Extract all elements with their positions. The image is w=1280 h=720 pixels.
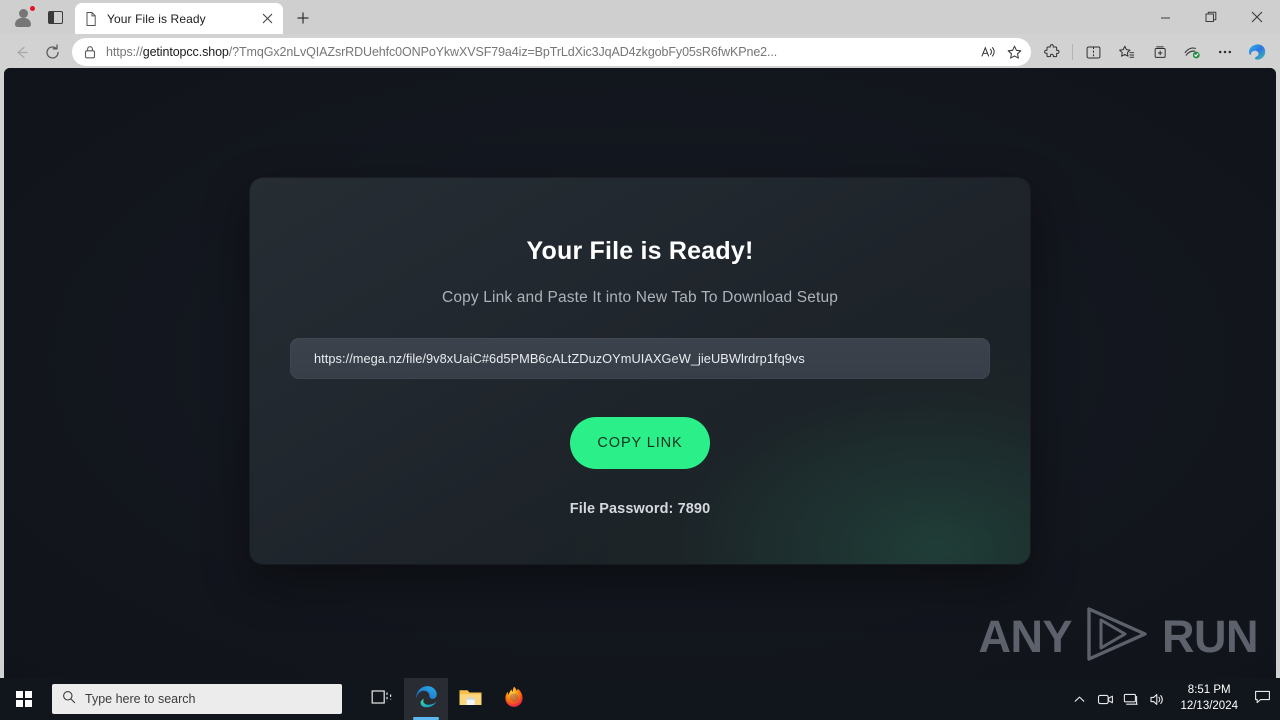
meet-now-icon[interactable] <box>1092 678 1118 720</box>
edge-browser-window: Your File is Ready https://getintopcc.sh… <box>0 0 1280 720</box>
tab-close-button[interactable] <box>259 11 275 27</box>
copy-link-button[interactable]: COPY LINK <box>570 417 710 469</box>
clock-date: 12/13/2024 <box>1180 700 1238 712</box>
file-password-text: File Password: 7890 <box>569 501 711 517</box>
toolbar-divider <box>1072 44 1073 60</box>
taskbar-app-firefox[interactable] <box>492 678 536 720</box>
back-button[interactable] <box>6 38 36 66</box>
file-explorer-icon <box>458 686 483 713</box>
url-text: https://getintopcc.shop/?TmqGx2nLvQIAZsr… <box>106 45 975 59</box>
page-title: Your File is Ready! <box>526 237 754 265</box>
download-link-field[interactable]: https://mega.nz/file/9v8xUaiC#6d5PMB6cAL… <box>290 338 990 379</box>
windows-taskbar: Type here to search 8:51 PM 12/13/2024 <box>0 678 1280 720</box>
tab-sidebar-button[interactable] <box>40 2 70 32</box>
address-toolbar: https://getintopcc.shop/?TmqGx2nLvQIAZsr… <box>0 34 1280 70</box>
browser-essentials-icon[interactable] <box>1176 38 1208 66</box>
taskbar-app-edge[interactable] <box>404 678 448 720</box>
tab-sidebar-icon <box>47 10 63 24</box>
taskbar-app-file-explorer[interactable] <box>448 678 492 720</box>
clock-time: 8:51 PM <box>1187 684 1231 697</box>
page-subtitle: Copy Link and Paste It into New Tab To D… <box>442 289 838 306</box>
task-view-icon <box>371 687 393 712</box>
collections-add-icon[interactable] <box>1143 38 1175 66</box>
refresh-button[interactable] <box>37 38 67 66</box>
split-screen-icon[interactable] <box>1077 38 1109 66</box>
windows-start-icon <box>15 690 33 708</box>
taskbar-clock[interactable]: 8:51 PM 12/13/2024 <box>1170 678 1248 720</box>
star-icon[interactable] <box>1001 39 1027 65</box>
search-icon <box>62 690 76 709</box>
action-center-button[interactable] <box>1248 678 1276 720</box>
task-view-button[interactable] <box>360 678 404 720</box>
account-avatar-icon <box>15 8 32 27</box>
browser-tab[interactable]: Your File is Ready <box>75 3 283 34</box>
tab-title: Your File is Ready <box>107 11 206 26</box>
firefox-icon <box>502 685 526 714</box>
profile-notification-dot <box>29 5 36 12</box>
address-bar[interactable]: https://getintopcc.shop/?TmqGx2nLvQIAZsr… <box>72 38 1031 66</box>
url-domain: getintopcc.shop <box>142 45 229 59</box>
system-tray: 8:51 PM 12/13/2024 <box>1066 678 1280 720</box>
chevron-up-icon[interactable] <box>1066 678 1092 720</box>
volume-icon[interactable] <box>1144 678 1170 720</box>
network-icon[interactable] <box>1118 678 1144 720</box>
page-viewport: Your File is Ready! Copy Link and Paste … <box>4 68 1276 678</box>
action-center-icon <box>1254 689 1271 710</box>
download-card: Your File is Ready! Copy Link and Paste … <box>250 178 1030 564</box>
page-icon <box>83 11 99 27</box>
start-button[interactable] <box>0 678 48 720</box>
settings-more-icon[interactable] <box>1209 38 1241 66</box>
copilot-icon[interactable] <box>1242 38 1274 66</box>
extensions-puzzle-icon[interactable] <box>1036 38 1068 66</box>
close-button[interactable] <box>1234 0 1280 34</box>
restore-button[interactable] <box>1188 0 1234 34</box>
window-controls <box>1142 0 1280 34</box>
new-tab-button[interactable] <box>288 3 317 32</box>
lock-icon <box>82 44 98 60</box>
taskbar-search-box[interactable]: Type here to search <box>52 684 342 714</box>
profile-button[interactable] <box>6 2 40 32</box>
read-aloud-icon[interactable] <box>975 39 1001 65</box>
url-prefix: https:// <box>106 45 143 59</box>
url-path: /?TmqGx2nLvQIAZsrRDUehfc0ONPoYkwXVSF79a4… <box>228 45 778 59</box>
tab-strip: Your File is Ready <box>0 0 1280 34</box>
favorites-star-list-icon[interactable] <box>1110 38 1142 66</box>
edge-icon <box>414 684 439 714</box>
download-link-text: https://mega.nz/file/9v8xUaiC#6d5PMB6cAL… <box>314 351 805 366</box>
minimize-button[interactable] <box>1142 0 1188 34</box>
search-placeholder: Type here to search <box>85 692 196 706</box>
